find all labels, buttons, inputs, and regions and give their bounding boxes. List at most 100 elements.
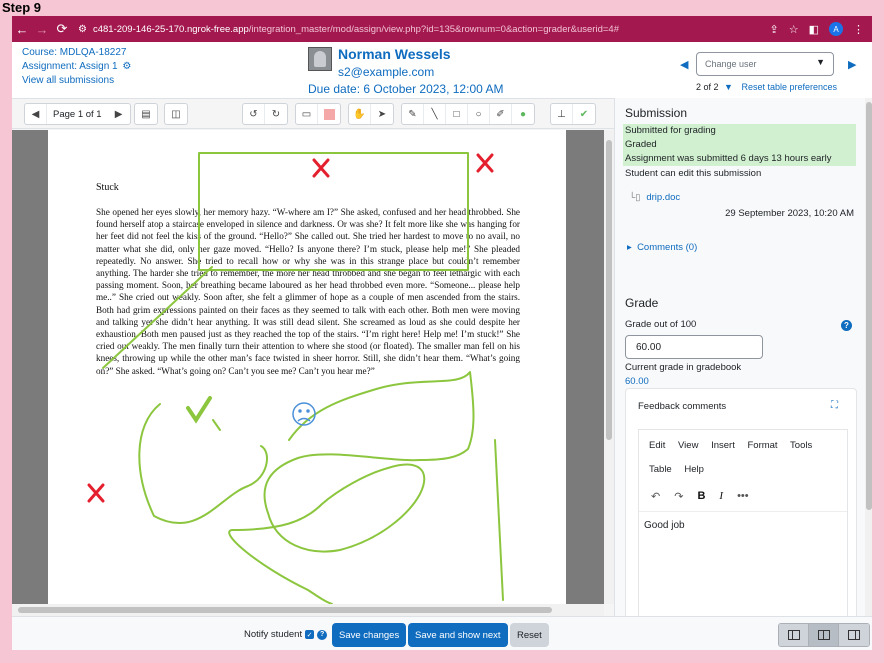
gear-icon[interactable]: ⚙	[122, 61, 131, 72]
grade-input[interactable]: 60.00	[625, 335, 763, 359]
browser-menu-icon[interactable]: ⋮	[853, 23, 864, 36]
step-label: Step 9	[2, 0, 42, 15]
menu-insert[interactable]: Insert	[711, 440, 735, 451]
rotate-right-icon[interactable]: ↻	[265, 104, 287, 124]
save-changes-button[interactable]: Save changes	[332, 623, 407, 647]
menu-help[interactable]: Help	[684, 464, 704, 475]
next-page-icon[interactable]: ▶	[108, 104, 130, 124]
pen-tool-icon[interactable]: ✎	[402, 104, 424, 124]
next-user-icon[interactable]: ▶	[848, 58, 856, 71]
freehand-annotation-3	[494, 439, 504, 601]
pdf-annotation-panel: ◀ Page 1 of 1 ▶ ▤ ◫ ↺ ↻ ▭ ✋ ➤ ✎ ╲ □ ○ ✐ …	[12, 98, 614, 616]
stamp-picker-icon[interactable]: ✔	[573, 104, 595, 124]
pdf-vertical-scrollbar[interactable]	[604, 130, 614, 604]
editor-menubar: Edit View Insert Format Tools Table Help	[639, 430, 847, 486]
grading-panel: Submission Submitted for grading Graded …	[614, 98, 872, 616]
pan-tool-icon[interactable]: ✋	[349, 104, 371, 124]
side-panel-icon[interactable]: ◧	[809, 23, 819, 36]
grading-panel-scrollbar[interactable]	[865, 98, 872, 616]
italic-icon[interactable]: I	[719, 490, 723, 503]
pdf-viewport[interactable]: Stuck She opened her eyes slowly, her me…	[12, 130, 604, 604]
cross-stamp	[312, 158, 330, 178]
site-info-icon[interactable]: ⚙	[78, 24, 87, 35]
reset-table-preferences-link[interactable]: Reset table preferences	[741, 82, 837, 92]
submission-status: Submitted for grading Graded Assignment …	[623, 124, 856, 166]
caret-right-icon: ▸	[627, 242, 632, 253]
line-tool-icon[interactable]: ╲	[424, 104, 446, 124]
feedback-text[interactable]: Good job	[639, 512, 847, 539]
grader-app: Course: MDLQA-18227 Assignment: Assign 1…	[12, 42, 872, 650]
search-comments-icon[interactable]: ▤	[135, 104, 157, 124]
assignment-label: Assignment: Assign 1	[22, 61, 118, 72]
annotation-layer[interactable]	[48, 130, 566, 604]
comments-toggle[interactable]: ▸ Comments (0)	[627, 242, 697, 253]
panel-left-icon	[787, 630, 800, 640]
panel-split-icon	[817, 630, 830, 640]
stamp-tool-icon[interactable]: ⊥	[551, 104, 573, 124]
change-user-select[interactable]: Change user ▼	[696, 52, 834, 76]
bookmark-star-icon[interactable]: ☆	[789, 23, 799, 36]
feedback-comments-card: Feedback comments ⛶ Edit View Insert For…	[625, 388, 857, 616]
annotation-colour-icon[interactable]: ●	[512, 104, 534, 124]
comment-colour-icon[interactable]	[318, 104, 340, 124]
rotate-left-icon[interactable]: ↺	[243, 104, 265, 124]
reset-button[interactable]: Reset	[510, 623, 549, 647]
annotation-toolbar: ◀ Page 1 of 1 ▶ ▤ ◫ ↺ ↻ ▭ ✋ ➤ ✎ ╲ □ ○ ✐ …	[12, 99, 614, 129]
current-grade-link[interactable]: 60.00	[625, 376, 649, 387]
view-all-submissions-link[interactable]: View all submissions	[22, 74, 131, 88]
status-line: Submitted for grading	[625, 125, 716, 136]
profile-avatar[interactable]: A	[829, 22, 843, 36]
address-bar[interactable]: ⚙ c481-209-146-25-170.ngrok-free.app/int…	[78, 24, 770, 35]
expand-comments-icon[interactable]: ◫	[165, 104, 187, 124]
more-icon[interactable]: •••	[737, 490, 749, 503]
menu-tools[interactable]: Tools	[790, 440, 812, 451]
menu-table[interactable]: Table	[649, 464, 672, 475]
help-icon[interactable]: ?	[841, 320, 852, 331]
share-icon[interactable]: ⇪	[770, 23, 779, 36]
menu-view[interactable]: View	[678, 440, 698, 451]
notify-student-checkbox[interactable]: ✓	[305, 630, 315, 639]
user-name[interactable]: Norman Wessels	[338, 46, 451, 62]
back-icon[interactable]: ←	[12, 22, 32, 37]
highlight-tool-icon[interactable]: ✐	[490, 104, 512, 124]
feedback-title: Feedback comments	[638, 401, 727, 412]
bold-icon[interactable]: B	[697, 490, 705, 503]
rectangle-tool-icon[interactable]: □	[446, 104, 468, 124]
tick-annotation	[212, 419, 221, 431]
redo-icon[interactable]: ↷	[674, 490, 683, 503]
page-selector[interactable]: Page 1 of 1	[47, 104, 108, 124]
grade-heading: Grade	[625, 296, 659, 310]
expand-icon[interactable]: ⛶	[831, 400, 838, 411]
course-link[interactable]: Course: MDLQA-18227	[22, 46, 131, 60]
current-grade-label: Current grade in gradebook	[625, 362, 742, 373]
reload-icon[interactable]: ⟳	[52, 21, 72, 37]
save-and-show-next-button[interactable]: Save and show next	[408, 623, 508, 647]
comments-label: Comments (0)	[637, 242, 698, 253]
undo-icon[interactable]: ↶	[651, 490, 660, 503]
comment-tool-icon[interactable]: ▭	[296, 104, 318, 124]
pdf-page[interactable]: Stuck She opened her eyes slowly, her me…	[48, 130, 566, 604]
menu-format[interactable]: Format	[747, 440, 777, 451]
select-tool-icon[interactable]: ➤	[371, 104, 393, 124]
collapse-grade-panel-button[interactable]	[779, 624, 809, 646]
user-email[interactable]: s2@example.com	[338, 65, 434, 79]
previous-user-icon[interactable]: ◀	[680, 58, 688, 71]
grade-label: Grade out of 100	[625, 319, 697, 330]
submission-file-link[interactable]: drip.doc	[646, 192, 680, 203]
menu-edit[interactable]: Edit	[649, 440, 665, 451]
assignment-link[interactable]: Assignment: Assign 1 ⚙	[22, 60, 131, 74]
edit-status: Student can edit this submission	[625, 168, 762, 179]
help-icon[interactable]: ?	[317, 629, 328, 640]
default-layout-button[interactable]	[809, 624, 839, 646]
chevron-down-icon: ▼	[816, 57, 825, 67]
cross-stamp-3	[87, 483, 105, 503]
oval-tool-icon[interactable]: ○	[468, 104, 490, 124]
pdf-horizontal-scrollbar[interactable]	[12, 604, 604, 616]
cross-stamp-2	[476, 153, 494, 173]
url-host: c481-209-146-25-170.ngrok-free.app	[92, 23, 249, 35]
collapse-review-panel-button[interactable]	[839, 624, 869, 646]
feedback-editor[interactable]: Edit View Insert Format Tools Table Help…	[638, 429, 848, 616]
previous-page-icon[interactable]: ◀	[25, 104, 47, 124]
editor-toolbar: ↶ ↷ B I •••	[639, 486, 847, 512]
forward-icon[interactable]: →	[32, 22, 52, 37]
